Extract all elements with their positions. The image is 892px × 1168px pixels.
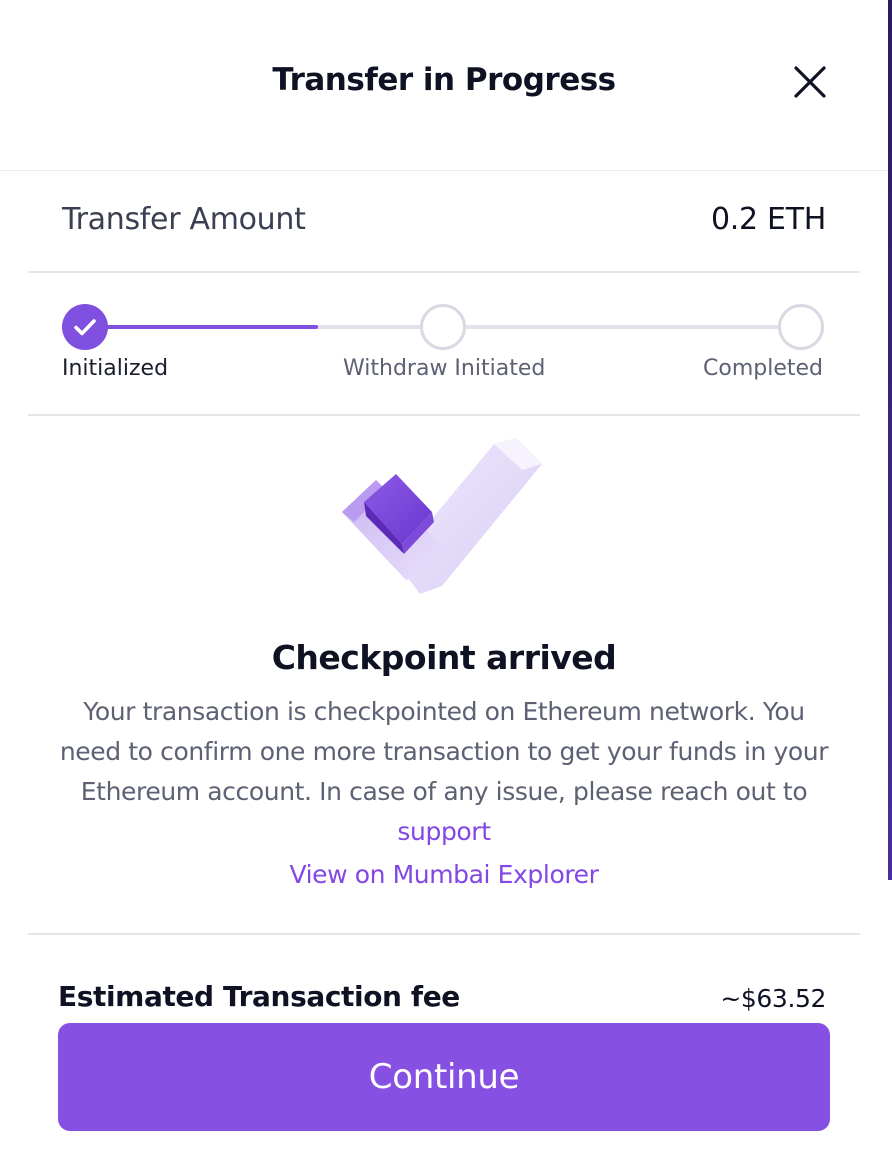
step-initialized-label: Initialized	[62, 356, 169, 381]
transfer-amount-value: 0.2 ETH	[711, 202, 826, 237]
view-explorer-link[interactable]: View on Mumbai Explorer	[0, 860, 888, 889]
status-description-text: Your transaction is checkpointed on Ethe…	[59, 697, 829, 806]
continue-button[interactable]: Continue	[58, 1023, 830, 1131]
fee-value: ~$63.52	[720, 984, 826, 1013]
transfer-amount-label: Transfer Amount	[62, 202, 306, 237]
status-description: Your transaction is checkpointed on Ethe…	[50, 692, 838, 852]
transfer-modal: Transfer in Progress Transfer Amount 0.2…	[0, 0, 888, 1168]
fee-divider	[28, 933, 860, 935]
fee-label: Estimated Transaction fee	[58, 980, 460, 1013]
background-edge	[888, 0, 892, 880]
support-link[interactable]: support	[397, 817, 491, 846]
transfer-amount-row: Transfer Amount 0.2 ETH	[28, 172, 860, 273]
step-withdraw-indicator	[420, 304, 466, 350]
checkmark-3d-icon	[336, 430, 552, 608]
step-completed-indicator	[778, 304, 824, 350]
status-title: Checkpoint arrived	[271, 638, 617, 677]
close-button[interactable]	[790, 62, 830, 102]
progress-stepper: Initialized Withdraw Initiated Completed	[28, 272, 860, 416]
check-icon	[74, 319, 96, 336]
modal-header: Transfer in Progress	[0, 0, 888, 171]
step-initialized-indicator	[62, 304, 108, 350]
step-withdraw-label: Withdraw Initiated	[343, 356, 546, 381]
modal-title: Transfer in Progress	[272, 62, 616, 98]
stepper-progress-fill	[86, 325, 318, 329]
step-completed-label: Completed	[703, 356, 823, 381]
close-icon	[794, 66, 826, 98]
